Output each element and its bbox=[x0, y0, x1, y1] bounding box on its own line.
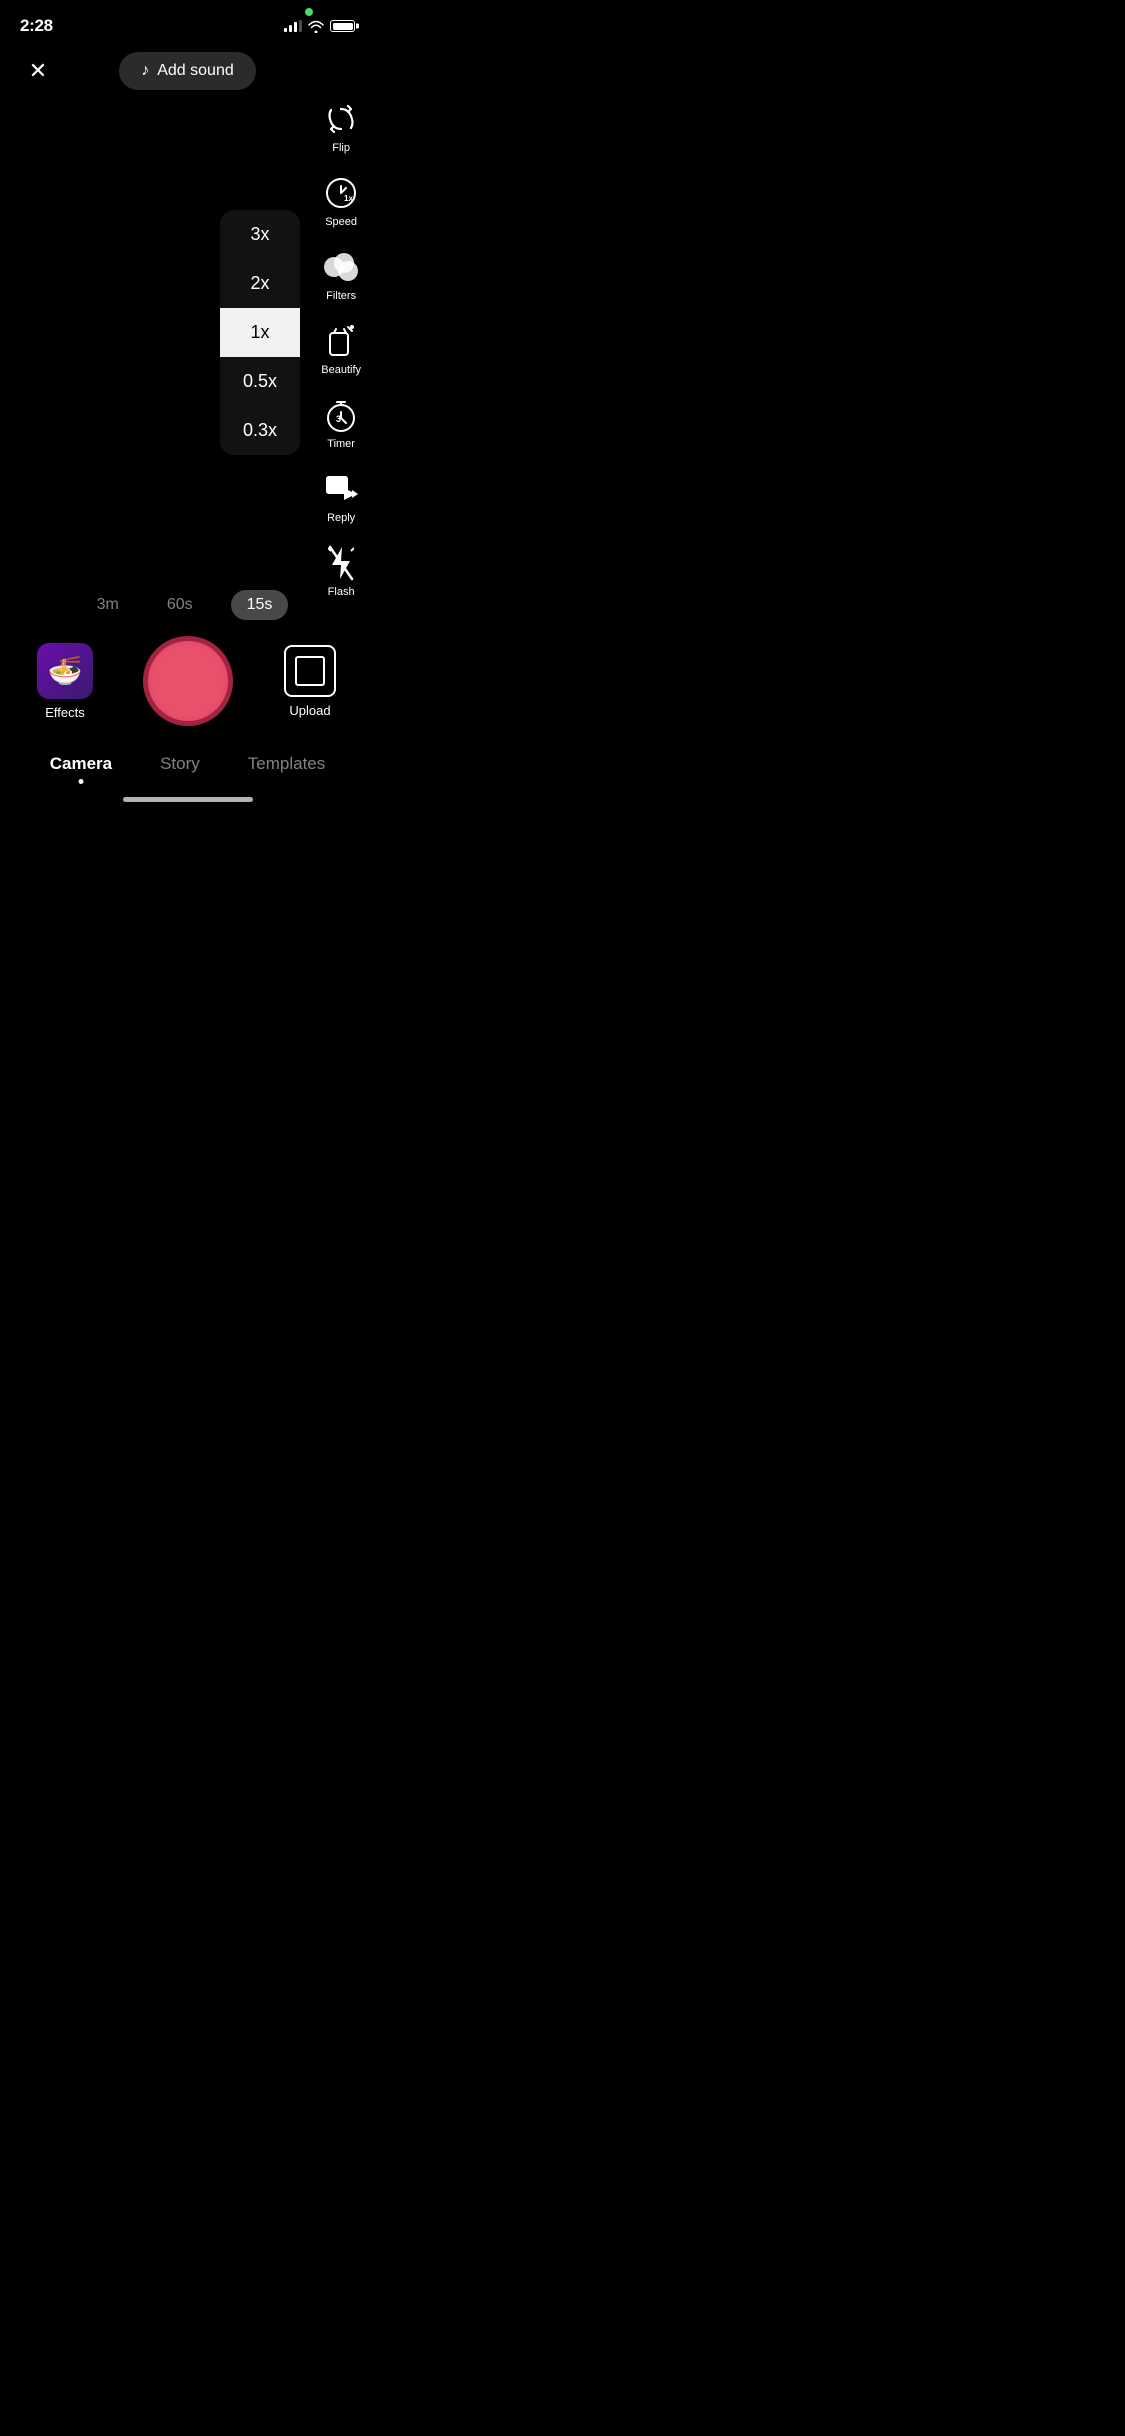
speed-label: Speed bbox=[325, 216, 357, 228]
bottom-section: 3m 60s 15s 🍜 Effects Upload Camera Story bbox=[0, 578, 375, 812]
status-icons bbox=[284, 20, 355, 33]
speed-option-3x[interactable]: 3x bbox=[220, 210, 300, 259]
upload-icon bbox=[284, 645, 336, 697]
wifi-icon bbox=[308, 20, 324, 33]
upload-button[interactable]: Upload bbox=[275, 645, 345, 718]
top-bar: ✕ ♪ Add sound bbox=[0, 44, 375, 98]
beautify-button[interactable]: Beautify bbox=[321, 322, 361, 376]
battery-icon bbox=[330, 20, 355, 32]
timer-button[interactable]: 3 Timer bbox=[322, 396, 360, 450]
effects-button[interactable]: 🍜 Effects bbox=[30, 643, 100, 720]
duration-60s[interactable]: 60s bbox=[157, 592, 203, 618]
flip-label: Flip bbox=[332, 142, 350, 154]
flash-icon bbox=[322, 544, 360, 582]
camera-controls: 🍜 Effects Upload bbox=[0, 636, 375, 746]
filters-button[interactable]: Filters bbox=[322, 248, 360, 302]
svg-text:1x: 1x bbox=[344, 194, 353, 203]
close-icon: ✕ bbox=[29, 58, 47, 84]
speed-option-1x[interactable]: 1x bbox=[220, 308, 300, 357]
speed-button[interactable]: 1x Speed bbox=[322, 174, 360, 228]
signal-icon bbox=[284, 20, 302, 32]
duration-tabs: 3m 60s 15s bbox=[0, 578, 375, 636]
filters-label: Filters bbox=[326, 290, 356, 302]
upload-label: Upload bbox=[289, 703, 330, 718]
right-toolbar: Flip 1x Speed Filters bbox=[321, 100, 361, 598]
add-sound-button[interactable]: ♪ Add sound bbox=[119, 52, 256, 90]
flip-icon bbox=[322, 100, 360, 138]
upload-square bbox=[295, 656, 325, 686]
svg-text:3: 3 bbox=[336, 414, 341, 424]
effects-label: Effects bbox=[45, 705, 85, 720]
speed-dropdown: 3x 2x 1x 0.5x 0.3x bbox=[220, 210, 300, 455]
close-button[interactable]: ✕ bbox=[20, 53, 56, 89]
record-button[interactable] bbox=[143, 636, 233, 726]
beautify-icon bbox=[322, 322, 360, 360]
camera-in-use-dot bbox=[305, 8, 313, 16]
home-bar bbox=[123, 797, 253, 802]
reply-icon bbox=[322, 470, 360, 508]
speed-option-0.3x[interactable]: 0.3x bbox=[220, 406, 300, 455]
duration-15s[interactable]: 15s bbox=[231, 590, 289, 620]
status-time: 2:28 bbox=[20, 16, 53, 36]
reply-label: Reply bbox=[327, 512, 355, 524]
tab-templates[interactable]: Templates bbox=[224, 746, 349, 782]
speed-option-0.5x[interactable]: 0.5x bbox=[220, 357, 300, 406]
music-note-icon: ♪ bbox=[141, 62, 149, 80]
filters-icon bbox=[322, 248, 360, 286]
home-indicator bbox=[0, 790, 375, 812]
flip-button[interactable]: Flip bbox=[322, 100, 360, 154]
record-inner bbox=[152, 645, 224, 717]
speed-icon: 1x bbox=[322, 174, 360, 212]
flash-button[interactable]: Flash bbox=[322, 544, 360, 598]
tab-camera[interactable]: Camera bbox=[26, 746, 136, 782]
flash-label: Flash bbox=[328, 586, 355, 598]
timer-icon: 3 bbox=[322, 396, 360, 434]
beautify-label: Beautify bbox=[321, 364, 361, 376]
bottom-tabs: Camera Story Templates bbox=[0, 746, 375, 790]
speed-option-2x[interactable]: 2x bbox=[220, 259, 300, 308]
status-bar: 2:28 bbox=[0, 0, 375, 44]
tab-story[interactable]: Story bbox=[136, 746, 224, 782]
reply-button[interactable]: Reply bbox=[322, 470, 360, 524]
timer-label: Timer bbox=[327, 438, 355, 450]
duration-3m[interactable]: 3m bbox=[87, 592, 129, 618]
effects-thumbnail: 🍜 bbox=[37, 643, 93, 699]
